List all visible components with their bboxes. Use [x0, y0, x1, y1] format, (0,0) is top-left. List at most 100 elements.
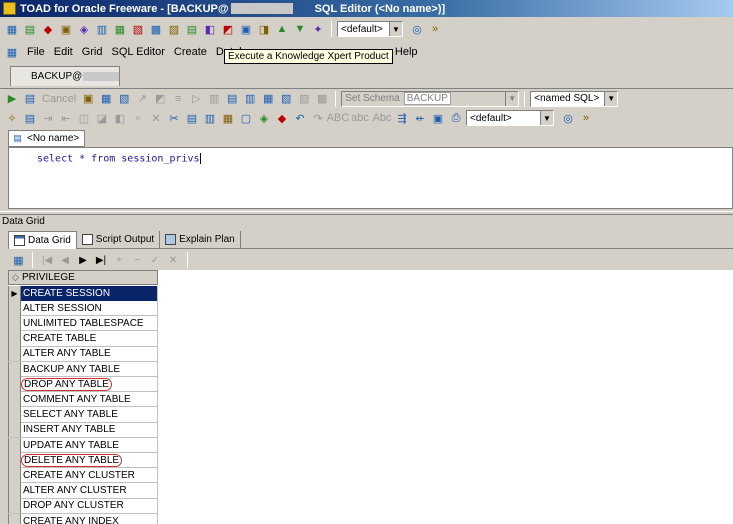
- sql-text[interactable]: select * from session_privs: [37, 153, 201, 165]
- table-row[interactable]: UNLIMITED TABLESPACE: [8, 315, 158, 332]
- procedure-icon[interactable]: ▣: [58, 21, 74, 37]
- find-icon[interactable]: ⌕: [130, 110, 146, 126]
- table-row[interactable]: CREATE TABLE: [8, 331, 158, 347]
- row-indicator[interactable]: [8, 498, 21, 514]
- capitalize-icon[interactable]: Abc: [372, 110, 392, 126]
- title-bar[interactable]: TOAD for Oracle Freeware - [BACKUP@ SQL …: [0, 0, 733, 17]
- privilege-cell[interactable]: SELECT ANY TABLE: [21, 407, 158, 423]
- privilege-cell[interactable]: BACKUP ANY TABLE: [21, 361, 158, 377]
- named-sql-combo[interactable]: <named SQL> ▼: [530, 90, 619, 107]
- tab-explain-plan[interactable]: Explain Plan: [160, 230, 241, 249]
- chevron-down-icon[interactable]: ▼: [389, 22, 402, 36]
- export-icon[interactable]: ▨: [166, 21, 182, 37]
- save-file-icon[interactable]: ▦: [98, 91, 114, 107]
- help-tool-icon[interactable]: ◎: [409, 21, 425, 37]
- privilege-cell[interactable]: DELETE ANY TABLE: [21, 452, 158, 468]
- filter-icon[interactable]: ◆: [274, 110, 290, 126]
- server-icon[interactable]: ▣: [238, 21, 254, 37]
- extra-tools-icon[interactable]: »: [578, 110, 594, 126]
- table-row[interactable]: ▶ CREATE SESSION: [8, 285, 158, 301]
- table-row[interactable]: CREATE ANY CLUSTER: [8, 467, 158, 484]
- table-row[interactable]: DROP ANY TABLE: [8, 376, 158, 393]
- cancel-button[interactable]: Cancel: [40, 91, 78, 107]
- row-indicator-arrow-icon[interactable]: ▶: [8, 285, 21, 301]
- delete-record-icon[interactable]: −: [130, 253, 144, 267]
- row-indicator[interactable]: [8, 315, 21, 331]
- grid-icon[interactable]: ▥: [206, 91, 222, 107]
- sql-editor[interactable]: select * from session_privs: [8, 147, 733, 209]
- privilege-cell[interactable]: COMMENT ANY TABLE: [21, 391, 158, 407]
- lowercase-icon[interactable]: abc: [350, 110, 370, 126]
- privilege-cell[interactable]: ALTER SESSION: [21, 300, 158, 316]
- privilege-cell[interactable]: DROP ANY TABLE: [21, 376, 158, 392]
- grid-options-icon[interactable]: ▦: [12, 252, 25, 268]
- explain-icon[interactable]: ◈: [76, 21, 92, 37]
- sql-icon[interactable]: ▦: [4, 21, 20, 37]
- step-icon[interactable]: ↗: [134, 91, 150, 107]
- execute-icon[interactable]: ▶: [4, 91, 20, 107]
- sql-modeler-icon[interactable]: ▥: [94, 21, 110, 37]
- save-as-icon[interactable]: ▧: [116, 91, 132, 107]
- splitter[interactable]: [0, 211, 733, 215]
- commit-icon[interactable]: ▲: [274, 21, 290, 37]
- table-row[interactable]: BACKUP ANY TABLE: [8, 361, 158, 377]
- insert-record-icon[interactable]: +: [112, 253, 126, 267]
- set-schema-combo[interactable]: Set Schema BACKUP ▼: [341, 90, 520, 107]
- format-icon[interactable]: ▤: [22, 110, 38, 126]
- table-row[interactable]: UPDATE ANY TABLE: [8, 437, 158, 453]
- row-indicator[interactable]: [8, 437, 21, 453]
- paste-icon[interactable]: ▥: [242, 91, 258, 107]
- privilege-cell[interactable]: ALTER ANY TABLE: [21, 346, 158, 362]
- comment-icon[interactable]: ◫: [76, 110, 92, 126]
- schema-browser-icon[interactable]: ▤: [22, 21, 38, 37]
- run-icon[interactable]: ▷: [188, 91, 204, 107]
- privilege-cell[interactable]: CREATE SESSION: [21, 285, 158, 301]
- bookmark-icon[interactable]: ◧: [112, 110, 128, 126]
- privilege-cell[interactable]: UNLIMITED TABLESPACE: [21, 315, 158, 331]
- describe-icon[interactable]: ◈: [256, 110, 272, 126]
- tuning-icon[interactable]: ▧: [130, 21, 146, 37]
- clone-icon[interactable]: ▧: [278, 91, 294, 107]
- last-record-icon[interactable]: ▶|: [94, 253, 108, 267]
- menu-file[interactable]: File: [27, 46, 45, 58]
- column-header-privilege[interactable]: PRIVILEGE: [22, 272, 75, 283]
- execute-script-icon[interactable]: ▤: [22, 91, 38, 107]
- privilege-cell[interactable]: ALTER ANY CLUSTER: [21, 483, 158, 499]
- table-row[interactable]: ALTER ANY CLUSTER: [8, 483, 158, 499]
- row-indicator[interactable]: [8, 376, 21, 392]
- code-template-icon[interactable]: ▣: [430, 110, 446, 126]
- privilege-cell[interactable]: CREATE ANY INDEX: [21, 513, 158, 524]
- grid-header[interactable]: ◇ PRIVILEGE: [8, 270, 158, 285]
- chevron-down-icon[interactable]: ▼: [540, 111, 553, 125]
- first-record-icon[interactable]: |◀: [40, 253, 54, 267]
- rollback-icon[interactable]: ▼: [292, 21, 308, 37]
- row-indicator[interactable]: [8, 422, 21, 438]
- row-indicator[interactable]: [8, 513, 21, 524]
- next-record-icon[interactable]: ▶: [76, 253, 90, 267]
- table-row[interactable]: INSERT ANY TABLE: [8, 422, 158, 438]
- report-icon[interactable]: ▤: [184, 21, 200, 37]
- debug-icon[interactable]: ≡: [170, 91, 186, 107]
- data-grid[interactable]: ◇ PRIVILEGE ▶ CREATE SESSION ALTER SESSION…: [8, 270, 733, 524]
- row-indicator[interactable]: [8, 452, 21, 468]
- privilege-cell[interactable]: DROP ANY CLUSTER: [21, 498, 158, 514]
- row-indicator[interactable]: [8, 361, 21, 377]
- print-icon[interactable]: ⎙: [448, 110, 464, 126]
- uppercase-icon[interactable]: ABC: [327, 110, 350, 126]
- open-file-icon[interactable]: ▣: [80, 91, 96, 107]
- format-default-combo[interactable]: <default> ▼: [466, 110, 554, 126]
- query-builder-icon[interactable]: ▦: [112, 21, 128, 37]
- table-row[interactable]: CREATE ANY INDEX: [8, 513, 158, 524]
- trace-icon[interactable]: ◩: [152, 91, 168, 107]
- tab-data-grid[interactable]: Data Grid: [8, 230, 77, 249]
- outdent-icon[interactable]: ⇤: [58, 110, 74, 126]
- privilege-cell[interactable]: CREATE ANY CLUSTER: [21, 467, 158, 483]
- extra-tools-icon[interactable]: »: [427, 21, 443, 37]
- privilege-cell[interactable]: UPDATE ANY TABLE: [21, 437, 158, 453]
- menu-sql-editor[interactable]: SQL Editor: [111, 46, 164, 58]
- doc-icon[interactable]: ▩: [314, 91, 330, 107]
- knowledge-xpert-icon[interactable]: ✦: [310, 21, 326, 37]
- block-indent-icon[interactable]: ⇶: [394, 110, 410, 126]
- row-indicator[interactable]: [8, 407, 21, 423]
- copy-icon[interactable]: ▤: [224, 91, 240, 107]
